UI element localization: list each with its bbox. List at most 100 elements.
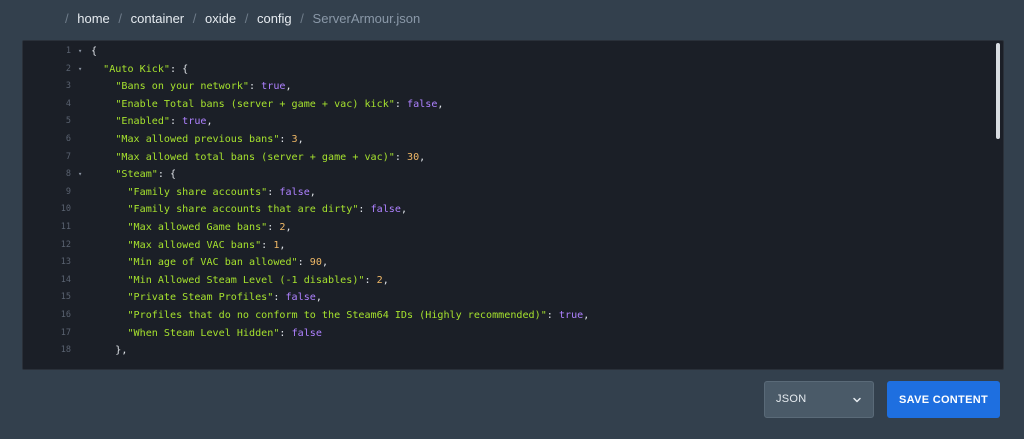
- breadcrumb-container[interactable]: container: [131, 11, 184, 26]
- json-punctuation: :: [394, 151, 408, 163]
- breadcrumb-current-file: ServerArmour.json: [312, 11, 421, 26]
- json-key: "Max allowed VAC bans": [127, 239, 262, 251]
- code-line[interactable]: 9 "Family share accounts": false,: [23, 184, 1003, 202]
- json-punctuation: ,: [400, 204, 408, 216]
- code-line[interactable]: 4 "Enable Total bans (server + game + va…: [23, 96, 1003, 114]
- json-punctuation: [91, 152, 115, 163]
- line-number: 1: [65, 46, 71, 56]
- json-punctuation: :: [358, 204, 371, 216]
- json-boolean: false: [291, 327, 322, 339]
- code-line[interactable]: 16 "Profiles that do no conform to the S…: [23, 307, 1003, 325]
- code-editor[interactable]: 1 ▾{2 ▾ "Auto Kick": {3 "Bans on your netw…: [22, 40, 1004, 370]
- fold-arrow-icon[interactable]: ▾: [78, 43, 88, 61]
- code-line[interactable]: 1 ▾{: [23, 43, 1003, 61]
- json-punctuation: },: [91, 345, 128, 357]
- code-line[interactable]: 13 "Min age of VAC ban allowed": 90,: [23, 254, 1003, 272]
- code-line[interactable]: 11 "Max allowed Game bans": 2,: [23, 219, 1003, 237]
- code-text: "Auto Kick": {: [91, 61, 188, 79]
- code-line[interactable]: 15 "Private Steam Profiles": false,: [23, 289, 1003, 307]
- json-punctuation: :: [279, 327, 292, 339]
- line-number: 2: [65, 63, 71, 74]
- breadcrumb-separator: /: [65, 11, 69, 26]
- breadcrumb-home[interactable]: home: [77, 11, 110, 26]
- code-text: "Steam": {: [91, 166, 176, 184]
- json-punctuation: ,: [583, 310, 590, 321]
- json-boolean: false: [285, 292, 316, 304]
- code-text: "Min Allowed Steam Level (-1 disables)":…: [91, 272, 388, 290]
- code-line[interactable]: 7 "Max allowed total bans (server + game…: [23, 149, 1003, 167]
- json-punctuation: :: [261, 239, 274, 251]
- breadcrumb-separator: /: [300, 11, 304, 26]
- json-number: 90: [309, 257, 322, 269]
- breadcrumb-oxide[interactable]: oxide: [205, 11, 236, 26]
- json-boolean: false: [370, 204, 401, 216]
- code-line[interactable]: 17 "When Steam Level Hidden": false: [23, 325, 1003, 343]
- editor-scrollbar[interactable]: [996, 43, 1000, 139]
- json-key: "Max allowed previous bans": [115, 134, 280, 145]
- code-text: "Max allowed Game bans": 2,: [91, 219, 291, 237]
- code-text: "Profiles that do no conform to the Stea…: [91, 307, 589, 325]
- json-punctuation: :: [364, 274, 377, 286]
- json-boolean: false: [279, 186, 310, 198]
- json-punctuation: [91, 64, 103, 75]
- json-key: "Min age of VAC ban allowed": [127, 257, 298, 269]
- json-punctuation: : {: [170, 63, 189, 75]
- json-punctuation: :: [394, 98, 408, 110]
- line-number: 3: [65, 81, 71, 92]
- json-key: "Steam": [115, 169, 158, 181]
- json-punctuation: [91, 116, 115, 127]
- chevron-down-icon: [853, 397, 861, 403]
- code-line[interactable]: 12 "Max allowed VAC bans": 1,: [23, 237, 1003, 255]
- code-area[interactable]: 1 ▾{2 ▾ "Auto Kick": {3 "Bans on your netw…: [23, 41, 1003, 369]
- json-punctuation: ,: [419, 151, 426, 163]
- json-punctuation: [91, 240, 127, 251]
- code-text: "Enable Total bans (server + game + vac)…: [91, 96, 443, 114]
- line-number: 10: [60, 204, 71, 215]
- json-punctuation: ,: [297, 134, 304, 145]
- json-punctuation: [91, 169, 115, 180]
- code-line[interactable]: 8 ▾ "Steam": {: [23, 166, 1003, 184]
- breadcrumb-separator: /: [118, 11, 123, 26]
- code-line[interactable]: 6 "Max allowed previous bans": 3,: [23, 131, 1003, 149]
- json-punctuation: ,: [285, 81, 292, 93]
- fold-arrow-icon[interactable]: ▾: [78, 166, 88, 184]
- json-punctuation: ,: [206, 116, 213, 128]
- code-text: "Max allowed total bans (server + game +…: [91, 149, 425, 167]
- json-key: "Bans on your network": [115, 81, 250, 93]
- json-punctuation: [91, 81, 115, 92]
- json-punctuation: ,: [437, 98, 444, 110]
- json-key: "Family share accounts": [127, 186, 268, 198]
- save-content-button[interactable]: SAVE CONTENT: [887, 381, 1000, 418]
- code-line[interactable]: 5 "Enabled": true,: [23, 113, 1003, 131]
- fold-arrow-icon[interactable]: ▾: [78, 61, 88, 79]
- json-key: "Max allowed total bans (server + game +…: [115, 151, 395, 163]
- line-number: 8: [65, 169, 71, 180]
- json-punctuation: :: [273, 292, 286, 304]
- code-line[interactable]: 18 },: [23, 342, 1003, 360]
- code-text: },: [91, 342, 127, 360]
- json-key: "Private Steam Profiles": [127, 292, 274, 304]
- json-boolean: true: [261, 81, 286, 93]
- json-punctuation: [91, 275, 127, 286]
- json-punctuation: {: [91, 46, 98, 57]
- json-punctuation: [91, 187, 127, 198]
- code-text: "Family share accounts that are dirty": …: [91, 201, 407, 219]
- code-line[interactable]: 3 "Bans on your network": true,: [23, 78, 1003, 96]
- format-select[interactable]: JSON: [764, 381, 874, 418]
- json-punctuation: :: [297, 257, 310, 269]
- json-punctuation: [91, 134, 115, 145]
- code-line[interactable]: 14 "Min Allowed Steam Level (-1 disables…: [23, 272, 1003, 290]
- code-line[interactable]: 2 ▾ "Auto Kick": {: [23, 61, 1003, 79]
- breadcrumb-config[interactable]: config: [257, 11, 292, 26]
- line-number: 13: [60, 257, 71, 268]
- code-line[interactable]: 10 "Family share accounts that are dirty…: [23, 201, 1003, 219]
- json-punctuation: [91, 99, 115, 110]
- json-key: "Profiles that do no conform to the Stea…: [127, 310, 547, 321]
- json-punctuation: [91, 292, 127, 303]
- json-key: "When Steam Level Hidden": [127, 327, 280, 339]
- code-text: "Private Steam Profiles": false,: [91, 289, 321, 307]
- json-punctuation: :: [170, 116, 183, 128]
- json-punctuation: :: [267, 186, 280, 198]
- json-punctuation: [91, 328, 127, 339]
- json-punctuation: ,: [309, 186, 316, 198]
